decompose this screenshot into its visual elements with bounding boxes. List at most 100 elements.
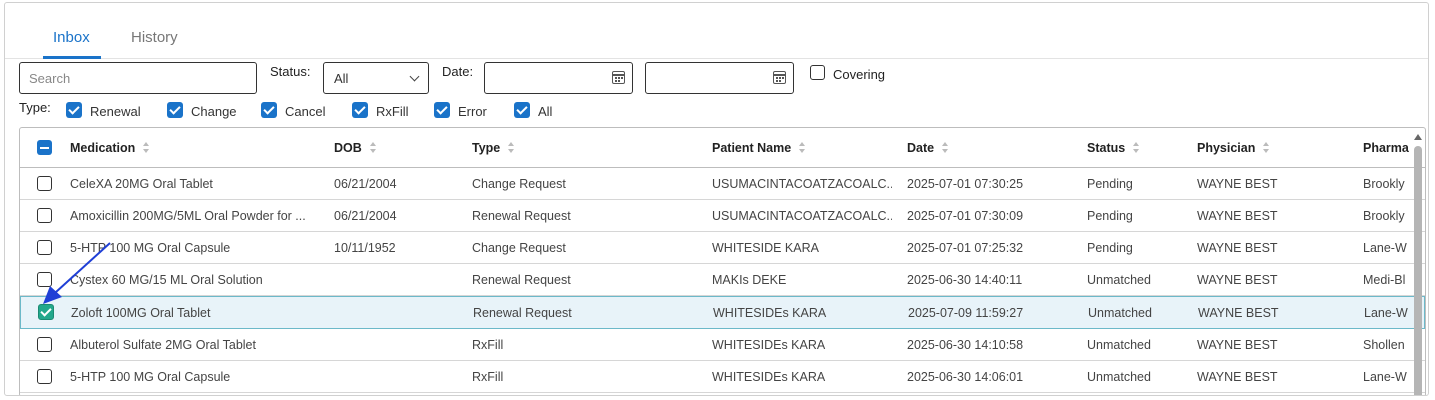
column-header-medication[interactable]: Medication — [70, 141, 150, 155]
table-row[interactable]: Albuterol Sulfate 2MG Oral Tablet RxFill W… — [20, 329, 1425, 361]
cell-type: Change Request — [472, 241, 566, 255]
row-checkbox[interactable] — [37, 272, 52, 287]
column-header-pharmacy[interactable]: Pharma — [1363, 141, 1409, 155]
cell-type: Renewal Request — [473, 306, 572, 320]
cell-physician: WAYNE BEST — [1197, 241, 1278, 255]
cell-dob: 06/21/2004 — [334, 209, 397, 223]
cell-medication: 5-HTP 100 MG Oral Capsule — [70, 241, 231, 255]
status-select-value: All — [334, 71, 349, 86]
row-checkbox-checked[interactable] — [38, 304, 54, 320]
table-row[interactable]: CeleXA 20MG Oral Tablet 06/21/2004 Change … — [20, 168, 1425, 200]
inbox-panel: Inbox History Status: All Date: Covering… — [4, 2, 1429, 396]
table-row[interactable]: Cystex 60 MG/15 ML Oral Solution Renewal … — [20, 264, 1425, 296]
checkbox-checked-icon[interactable] — [66, 102, 82, 118]
cell-status: Unmatched — [1087, 338, 1151, 352]
cell-patient: USUMACINTACOATZACOALC... — [712, 177, 892, 191]
type-filter-label: Error — [458, 104, 487, 119]
search-input[interactable] — [19, 62, 257, 94]
sort-icon — [1133, 142, 1140, 153]
calendar-icon[interactable] — [612, 71, 625, 84]
cell-dob: 06/21/2004 — [334, 177, 397, 191]
select-all-checkbox[interactable] — [37, 140, 52, 155]
column-header-type[interactable]: Type — [472, 141, 515, 155]
type-label: Type: — [19, 100, 51, 115]
covering-checkbox[interactable] — [810, 65, 825, 80]
row-checkbox[interactable] — [37, 208, 52, 223]
cell-physician: WAYNE BEST — [1198, 306, 1279, 320]
cell-type: RxFill — [472, 338, 504, 352]
cell-physician: WAYNE BEST — [1197, 338, 1278, 352]
row-checkbox[interactable] — [37, 240, 52, 255]
cell-patient: WHITESIDEs KARA — [713, 306, 827, 320]
sort-icon — [942, 142, 949, 153]
column-header-physician[interactable]: Physician — [1197, 141, 1270, 155]
column-header-date[interactable]: Date — [907, 141, 949, 155]
table-row[interactable]: 5-HTP 100 MG Oral Capsule 10/11/1952 Chang… — [20, 232, 1425, 264]
type-filter-label: Cancel — [285, 104, 326, 119]
checkbox-checked-icon[interactable] — [434, 102, 450, 118]
checkbox-checked-icon[interactable] — [352, 102, 368, 118]
sort-icon — [508, 142, 515, 153]
cell-date: 2025-07-01 07:25:32 — [907, 241, 1024, 255]
cell-medication: Zoloft 100MG Oral Tablet — [71, 306, 211, 320]
vertical-scrollbar[interactable] — [1414, 134, 1422, 395]
cell-patient: WHITESIDEs KARA — [712, 370, 826, 384]
calendar-icon[interactable] — [773, 71, 786, 84]
cell-status: Pending — [1087, 177, 1133, 191]
type-filter-label: All — [538, 104, 553, 119]
checkbox-checked-icon[interactable] — [514, 102, 530, 118]
cell-type: Renewal Request — [472, 273, 571, 287]
tab-bar: Inbox History — [5, 3, 1428, 59]
cell-type: RxFill — [472, 370, 504, 384]
cell-status: Unmatched — [1087, 370, 1151, 384]
cell-patient: WHITESIDEs KARA — [712, 338, 826, 352]
tab-history[interactable]: History — [131, 29, 178, 46]
sort-icon — [369, 142, 377, 153]
tab-inbox[interactable]: Inbox — [53, 29, 90, 46]
status-select[interactable]: All — [323, 62, 429, 94]
checkbox-checked-icon[interactable] — [261, 102, 277, 118]
sort-icon — [799, 142, 806, 153]
table-row[interactable]: 5-HTP 100 MG Oral Capsule RxFill WHITESIDE… — [20, 361, 1425, 393]
cell-date: 2025-07-09 11:59:27 — [908, 306, 1024, 320]
cell-medication: Albuterol Sulfate 2MG Oral Tablet — [70, 338, 256, 352]
chevron-down-icon — [409, 71, 420, 82]
column-header-status[interactable]: Status — [1087, 141, 1140, 155]
sort-icon — [1263, 142, 1270, 153]
cell-status: Unmatched — [1087, 273, 1151, 287]
cell-physician: WAYNE BEST — [1197, 370, 1278, 384]
table-row[interactable]: Amoxicillin 200MG/5ML Oral Powder for ..… — [20, 200, 1425, 232]
covering-label: Covering — [833, 67, 886, 82]
cell-status: Pending — [1087, 209, 1133, 223]
cell-patient: USUMACINTACOATZACOALC... — [712, 209, 892, 223]
type-filter-label: Change — [191, 104, 237, 119]
scroll-up-arrow-icon[interactable] — [1414, 134, 1422, 140]
cell-date: 2025-07-01 07:30:09 — [907, 209, 1024, 223]
cell-physician: WAYNE BEST — [1197, 177, 1278, 191]
row-checkbox[interactable] — [37, 176, 52, 191]
column-header-patient-name[interactable]: Patient Name — [712, 141, 806, 155]
date-to-input[interactable] — [645, 62, 794, 94]
cell-status: Unmatched — [1088, 306, 1152, 320]
messages-table: Medication DOB Type Patient Name Date St… — [19, 127, 1426, 395]
type-filter-label: Renewal — [90, 104, 141, 119]
cell-date: 2025-06-30 14:06:01 — [907, 370, 1024, 384]
date-from-input[interactable] — [484, 62, 633, 94]
scrollbar-thumb[interactable] — [1414, 146, 1422, 395]
date-label: Date: — [442, 64, 474, 79]
table-row[interactable]: Zoloft 100MG Oral Tablet Renewal Request W… — [20, 296, 1425, 329]
cell-patient: MAKIs DEKE — [712, 273, 787, 287]
cell-patient: WHITESIDE KARA — [712, 241, 819, 255]
row-checkbox[interactable] — [37, 369, 52, 384]
cell-date: 2025-06-30 14:10:58 — [907, 338, 1024, 352]
checkbox-checked-icon[interactable] — [167, 102, 183, 118]
row-checkbox[interactable] — [37, 337, 52, 352]
column-header-dob[interactable]: DOB — [334, 141, 377, 155]
cell-type: Change Request — [472, 177, 566, 191]
cell-dob: 10/11/1952 — [334, 241, 396, 255]
cell-medication: Amoxicillin 200MG/5ML Oral Powder for ..… — [70, 209, 306, 223]
cell-type: Renewal Request — [472, 209, 571, 223]
status-label: Status: — [270, 64, 311, 79]
type-filter-label: RxFill — [376, 104, 409, 119]
cell-physician: WAYNE BEST — [1197, 209, 1278, 223]
